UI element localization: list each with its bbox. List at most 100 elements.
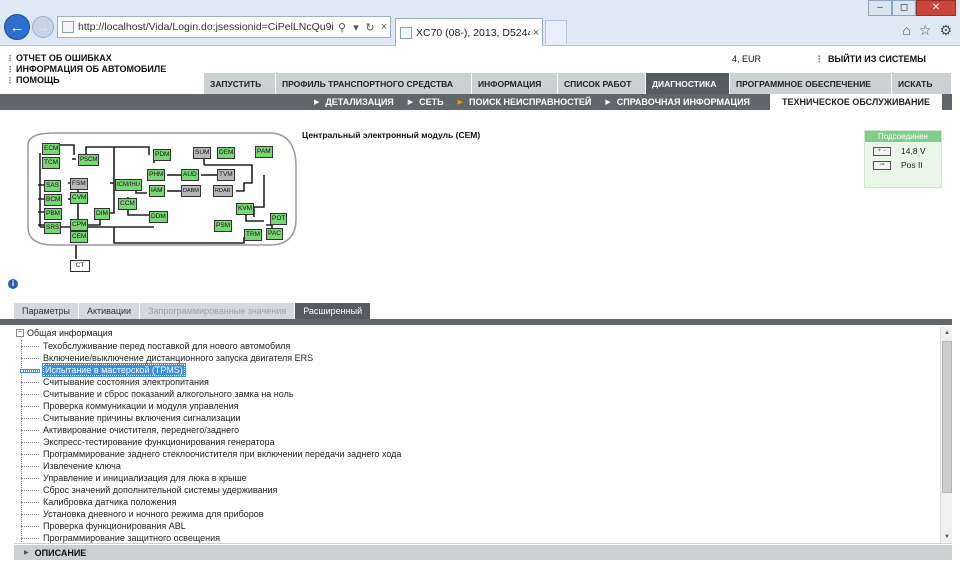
tab-close-icon[interactable]: × [530,27,542,39]
ecu-ICM-IHU[interactable]: ICM/IHU [115,179,142,191]
tab-parameters[interactable]: Параметры [14,303,78,319]
tree-item[interactable]: Считывание и сброс показаний алкогольног… [20,388,401,400]
ecu-SRS[interactable]: SRS [44,222,62,234]
ecu-AUD[interactable]: AUD [181,169,199,181]
tree-item-label[interactable]: Испытание в мастерской (TPMS) [42,363,186,377]
scroll-down-icon[interactable]: ▼ [941,531,953,543]
ecu-ECM[interactable]: ECM [42,143,61,155]
ecu-PBM[interactable]: PBM [44,208,63,220]
dropdown-icon[interactable]: ▾ [350,21,362,34]
subnav-troubleshooting[interactable]: ▶ ПОИСК НЕИСПРАВНОСТЕЙ [458,97,592,107]
help-label[interactable]: ПОМОЩЬ [16,75,60,86]
logout-link[interactable]: ⋮ ВЫЙТИ ИЗ СИСТЕМЫ [815,54,926,65]
description-label[interactable]: ОПИСАНИЕ [35,548,87,558]
ecu-DABM[interactable]: DABM [181,185,201,197]
refresh-icon[interactable]: ↻ [364,21,376,34]
expand-arrow-icon[interactable]: ▶ [24,549,29,556]
search-icon[interactable]: ⚲ [336,21,348,34]
window-close-icon[interactable]: ✕ [916,0,956,16]
new-tab-button[interactable] [545,20,567,44]
tree-item-label[interactable]: Считывание состояния электропитания [43,377,209,387]
tree-item-label[interactable]: Считывание причины включения сигнализаци… [43,413,241,423]
tree-item-label[interactable]: Экспресс-тестирование функционирования г… [43,437,275,447]
tree-item-label[interactable]: Установка дневного и ночного режима для … [43,509,264,519]
ecu-PSCM[interactable]: PSCM [78,154,100,166]
tree-item-label[interactable]: Извлечение ключа [43,461,121,471]
ecu-IAM[interactable]: IAM [149,185,165,197]
scroll-thumb[interactable] [942,341,952,493]
subnav-reference-label[interactable]: СПРАВОЧНАЯ ИНФОРМАЦИЯ [617,97,750,107]
tab-vehicle-profile[interactable]: ПРОФИЛЬ ТРАНСПОРТНОГО СРЕДСТВА [276,73,472,94]
ecu-POT[interactable]: POT [270,213,288,225]
collapse-icon[interactable]: − [16,329,24,337]
address-url[interactable]: http://localhost/Vida/Login.do;jsessioni… [78,21,334,33]
ecu-SUM[interactable]: SUM [193,147,212,159]
tree-item[interactable]: Программирование заднего стеклоочистител… [20,448,401,460]
tree-item[interactable]: Активирование очистителя, переднего/задн… [20,424,401,436]
ecu-TRM[interactable]: TRM [244,229,263,241]
ecu-BCM[interactable]: BCM [44,194,63,206]
tree-item-selected[interactable]: Испытание в мастерской (TPMS) [20,363,401,377]
maximize-icon[interactable]: ◻ [892,0,916,16]
tab-activations[interactable]: Активации [78,303,140,319]
ecu-PHM[interactable]: PHM [147,169,166,181]
gear-icon[interactable]: ⚙ [939,22,952,39]
tree-item-label[interactable]: Техобслуживание перед поставкой для ново… [43,341,290,351]
ecu-CVM[interactable]: CVM [70,192,89,204]
subnav-network-label[interactable]: СЕТЬ [419,97,443,107]
favorites-star-icon[interactable]: ☆ [919,22,932,39]
tree-item-label[interactable]: Управление и инициализация для люка в кр… [43,473,247,483]
tree-item[interactable]: Проверка коммуникации и модуля управлени… [20,400,401,412]
minimize-icon[interactable]: – [868,0,892,16]
description-section[interactable]: ▶ ОПИСАНИЕ [14,545,952,560]
home-icon[interactable]: ⌂ [902,22,910,39]
tab-start[interactable]: ЗАПУСТИТЬ [204,73,276,94]
tab-diagnostics[interactable]: ДИАГНОСТИКА [646,73,730,94]
close-icon[interactable]: × [378,21,390,33]
ecu-PAC[interactable]: PAC [266,228,283,240]
ecu-RDAR[interactable]: RDAR [213,185,233,197]
back-button[interactable]: ← [4,14,30,40]
tree-item[interactable]: Установка дневного и ночного режима для … [20,508,401,520]
tab-information[interactable]: ИНФОРМАЦИЯ [472,73,558,94]
tree-root-label[interactable]: Общая информация [27,328,113,338]
tree-root[interactable]: − Общая информация [16,328,113,338]
subnav-troubleshooting-label[interactable]: ПОИСК НЕИСПРАВНОСТЕЙ [469,97,591,107]
subnav-network[interactable]: ▶ СЕТЬ [408,97,444,107]
tree-item[interactable]: Экспресс-тестирование функционирования г… [20,436,401,448]
ecu-CPM[interactable]: CPM [70,219,89,231]
tree-item[interactable]: Техобслуживание перед поставкой для ново… [20,340,401,352]
ecu-TVM[interactable]: TVM [217,169,235,181]
tree-item[interactable]: Управление и инициализация для люка в кр… [20,472,401,484]
tree-item[interactable]: Программирование защитного освещения [20,532,401,543]
error-report-label[interactable]: ОТЧЕТ ОБ ОШИБКАХ [16,53,112,64]
forward-button[interactable]: → [32,16,54,38]
ecu-DDM[interactable]: DDM [149,211,168,223]
tree-item[interactable]: Калибровка датчика положения [20,496,401,508]
subnav-details[interactable]: ▶ ДЕТАЛИЗАЦИЯ [314,97,394,107]
subnav-details-label[interactable]: ДЕТАЛИЗАЦИЯ [325,97,393,107]
tree-item[interactable]: Сброс значений дополнительной системы уд… [20,484,401,496]
tree-item-label[interactable]: Программирование заднего стеклоочистител… [43,449,401,459]
ecu-PAM[interactable]: PAM [255,146,273,158]
tree-item[interactable]: Считывание состояния электропитания [20,376,401,388]
tree-item[interactable]: Считывание причины включения сигнализаци… [20,412,401,424]
tree-item[interactable]: Извлечение ключа [20,460,401,472]
info-icon[interactable]: i [8,279,18,289]
tab-work-list[interactable]: СПИСОК РАБОТ [558,73,646,94]
tree-item-label[interactable]: Проверка функционирования ABL [43,521,186,531]
tab-software[interactable]: ПРОГРАММНОЕ ОБЕСПЕЧЕНИЕ [730,73,892,94]
tree-item-label[interactable]: Считывание и сброс показаний алкогольног… [43,389,294,399]
tree-item-label[interactable]: Активирование очистителя, переднего/задн… [43,425,239,435]
subnav-reference[interactable]: ▶ СПРАВОЧНАЯ ИНФОРМАЦИЯ [605,97,750,107]
ecu-DEM[interactable]: DEM [217,147,236,159]
vehicle-info-label[interactable]: ИНФОРМАЦИЯ ОБ АВТОМОБИЛЕ [16,64,166,75]
address-bar[interactable]: http://localhost/Vida/Login.do;jsessioni… [57,16,391,38]
logout-label[interactable]: ВЫЙТИ ИЗ СИСТЕМЫ [828,54,926,64]
vehicle-info-link[interactable]: ⋮ ИНФОРМАЦИЯ ОБ АВТОМОБИЛЕ [6,64,166,75]
ecu-CCM[interactable]: CCM [118,198,137,210]
ecu-SAS[interactable]: SAS [44,180,62,192]
subnav-maintenance[interactable]: ТЕХНИЧЕСКОЕ ОБСЛУЖИВАНИЕ [770,94,942,110]
tree-scrollbar[interactable]: ▲ ▼ [940,327,952,543]
ecu-CT[interactable]: CT [70,260,90,272]
